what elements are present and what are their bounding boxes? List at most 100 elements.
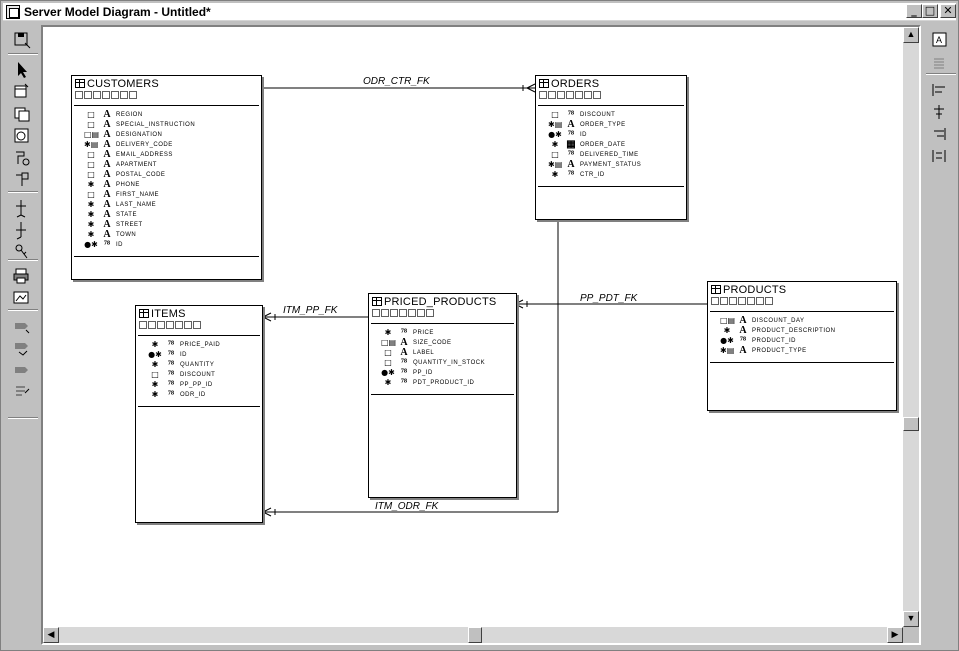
zoom-icon[interactable] <box>11 287 33 309</box>
sort-icon[interactable] <box>929 53 951 75</box>
entity-sort-icon[interactable] <box>575 91 583 99</box>
scroll-down-button[interactable]: ▼ <box>903 611 919 627</box>
column-row[interactable]: ●✱ ⁷⁸ ID <box>148 350 262 360</box>
vertical-scrollbar[interactable]: ▲ ▼ <box>903 27 919 627</box>
column-optionality-icon: ●✱ <box>548 130 562 139</box>
entity-table-icon[interactable] <box>84 91 92 99</box>
column-row[interactable]: ✱▤ A PRODUCT_TYPE <box>720 346 896 356</box>
format-icon[interactable] <box>11 381 33 403</box>
entity-header[interactable]: PRICED_PRODUCTS <box>369 294 516 309</box>
table-tool-icon[interactable] <box>11 81 33 103</box>
entity-chart-icon[interactable] <box>729 297 737 305</box>
entity-sort-icon[interactable] <box>747 297 755 305</box>
entity-filter-icon[interactable] <box>184 321 192 329</box>
rel-label-itm-pp[interactable]: ITM_PP_FK <box>283 305 337 316</box>
foreign-key-tool-icon[interactable] <box>11 197 33 219</box>
horizontal-scroll-thumb[interactable] <box>468 627 482 643</box>
entity-end-icon[interactable] <box>765 297 773 305</box>
save-diagram-icon[interactable] <box>11 29 33 51</box>
entity-header[interactable]: ITEMS <box>136 306 262 321</box>
entity-sort-icon[interactable] <box>111 91 119 99</box>
column-row[interactable]: ✱ A TOWN <box>84 230 261 240</box>
align-left-icon[interactable] <box>929 79 951 101</box>
minimize-button[interactable]: _ <box>906 4 922 18</box>
entity-filter-icon[interactable] <box>417 309 425 317</box>
diagram-canvas[interactable]: ODR_CTR_FK ITM_PP_FK PP_PDT_FK ITM_ODR_F… <box>43 27 903 627</box>
entity-table-icon[interactable] <box>548 91 556 99</box>
rel-label-itm-odr[interactable]: ITM_ODR_FK <box>375 501 438 512</box>
entity-end-icon[interactable] <box>193 321 201 329</box>
column-row[interactable]: ✱ ⁷⁸ ODR_ID <box>148 390 262 400</box>
column-optionality-icon: ●✱ <box>84 240 98 249</box>
horizontal-scrollbar[interactable]: ◀ ▶ <box>43 627 903 643</box>
entity-filter-icon[interactable] <box>584 91 592 99</box>
entity-header[interactable]: PRODUCTS <box>708 282 896 297</box>
entity-header[interactable]: CUSTOMERS <box>72 76 261 91</box>
entity-filter-icon[interactable] <box>120 91 128 99</box>
entity-chart-icon[interactable] <box>390 309 398 317</box>
entity-table-icon[interactable] <box>720 297 728 305</box>
entity-table-icon[interactable] <box>148 321 156 329</box>
align-center-icon[interactable] <box>929 101 951 123</box>
scroll-left-button[interactable]: ◀ <box>43 627 59 643</box>
entity-chart-icon[interactable] <box>557 91 565 99</box>
recursive-key-tool-icon[interactable] <box>11 219 33 241</box>
column-row[interactable]: ✱ ⁷⁸ QUANTITY <box>148 360 262 370</box>
entity-dot-icon[interactable] <box>566 91 574 99</box>
entity-grid-icon[interactable] <box>711 297 719 305</box>
entity-end-icon[interactable] <box>129 91 137 99</box>
scroll-up-button[interactable]: ▲ <box>903 27 919 43</box>
entity-end-icon[interactable] <box>593 91 601 99</box>
column-row[interactable]: ✱ ⁷⁸ PRICE_PAID <box>148 340 262 350</box>
procedure-tool-icon[interactable] <box>11 147 33 169</box>
cluster-tool-icon[interactable] <box>11 169 33 191</box>
fill-color-icon[interactable] <box>11 315 33 337</box>
rel-label-pp-pdt[interactable]: PP_PDT_FK <box>580 293 637 304</box>
column-row[interactable]: □ ⁷⁸ DISCOUNT <box>148 370 262 380</box>
display-toggle-icon[interactable]: A <box>929 29 951 51</box>
entity-dot-icon[interactable] <box>102 91 110 99</box>
close-button[interactable]: ✕ <box>940 4 956 18</box>
entity-end-icon[interactable] <box>426 309 434 317</box>
entity-filter-icon[interactable] <box>756 297 764 305</box>
entity-sort-icon[interactable] <box>175 321 183 329</box>
entity-dot-icon[interactable] <box>738 297 746 305</box>
view-tool-icon[interactable] <box>11 103 33 125</box>
entity-dot-icon[interactable] <box>166 321 174 329</box>
rel-label-odr-ctr[interactable]: ODR_CTR_FK <box>363 76 430 87</box>
column-row[interactable]: ✱ ⁷⁸ CTR_ID <box>548 170 686 180</box>
entity-items[interactable]: ITEMS ✱ ⁷⁸ PRICE_PAID ●✱ ⁷⁸ ID ✱ ⁷⁸ QUANTITY □ ⁷⁸ DI… <box>135 305 263 523</box>
entity-customers[interactable]: CUSTOMERS □ A REGION □ A SPECIAL_INSTRUCTION □▤… <box>71 75 262 280</box>
entity-orders[interactable]: ORDERS □ ⁷⁸ DISCOUNT ✱▤ A ORDER_TYPE ●✱ ⁷⁸ ID ✱ ▦ OR… <box>535 75 687 220</box>
vertical-scroll-thumb[interactable] <box>903 417 919 431</box>
entity-dot-icon[interactable] <box>399 309 407 317</box>
title-bar[interactable]: Server Model Diagram - Untitled* _ □ ✕ <box>3 3 956 21</box>
distribute-icon[interactable] <box>929 145 951 167</box>
text-color-icon[interactable] <box>11 359 33 381</box>
toolbar-separator <box>8 417 38 419</box>
app-icon[interactable] <box>6 4 20 19</box>
snapshot-tool-icon[interactable] <box>11 125 33 147</box>
entity-sort-icon[interactable] <box>408 309 416 317</box>
entity-grid-icon[interactable] <box>139 321 147 329</box>
column-row[interactable]: ✱ ⁷⁸ PDT_PRODUCT_ID <box>381 378 516 388</box>
entity-header[interactable]: ORDERS <box>536 76 686 91</box>
align-right-icon[interactable] <box>929 123 951 145</box>
entity-grid-icon[interactable] <box>75 91 83 99</box>
entity-chart-icon[interactable] <box>93 91 101 99</box>
entity-grid-icon[interactable] <box>372 309 380 317</box>
column-row[interactable]: ✱ A PRODUCT_DESCRIPTION <box>720 326 896 336</box>
print-icon[interactable] <box>11 265 33 287</box>
entity-priced-products[interactable]: PRICED_PRODUCTS ✱ ⁷⁸ PRICE □▤ A SIZE_CODE □ A LAB… <box>368 293 517 498</box>
maximize-button[interactable]: □ <box>922 4 938 18</box>
entity-table-icon[interactable] <box>381 309 389 317</box>
entity-grid-icon[interactable] <box>539 91 547 99</box>
column-row[interactable]: ●✱ ⁷⁸ ID <box>84 240 261 250</box>
entity-chart-icon[interactable] <box>157 321 165 329</box>
column-row[interactable]: ✱ ⁷⁸ PP_PP_ID <box>148 380 262 390</box>
line-color-icon[interactable] <box>11 337 33 359</box>
scroll-right-button[interactable]: ▶ <box>887 627 903 643</box>
select-pointer-icon[interactable] <box>11 59 33 81</box>
column-name: TOWN <box>116 232 137 238</box>
entity-products[interactable]: PRODUCTS □▤ A DISCOUNT_DAY ✱ A PRODUCT_DESCRIP… <box>707 281 897 411</box>
